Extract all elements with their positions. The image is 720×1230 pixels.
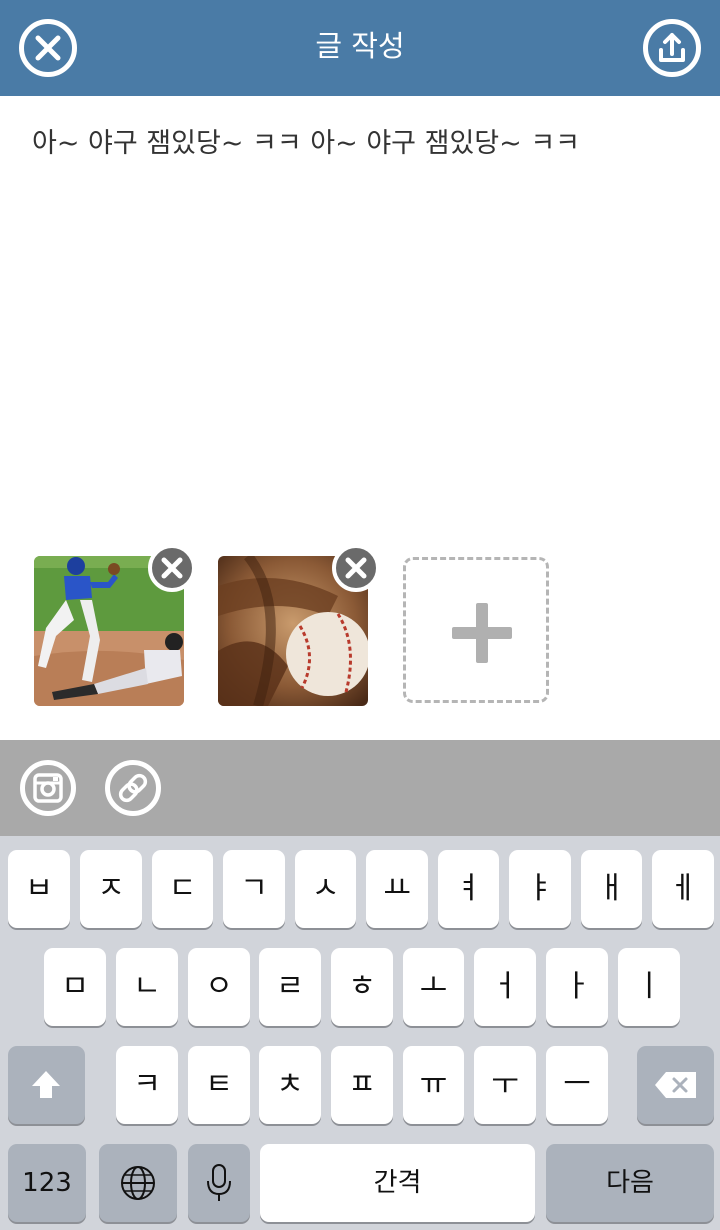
- globe-key[interactable]: [99, 1144, 177, 1222]
- key-ㅊ[interactable]: ㅊ: [259, 1046, 321, 1124]
- key-ㅣ[interactable]: ㅣ: [618, 948, 680, 1026]
- key-ㅕ[interactable]: ㅕ: [438, 850, 499, 928]
- key-ㅋ[interactable]: ㅋ: [116, 1046, 178, 1124]
- instagram-icon: [33, 773, 63, 803]
- instagram-button[interactable]: [20, 760, 76, 816]
- key-ㅈ[interactable]: ㅈ: [80, 850, 142, 928]
- link-icon: [118, 773, 148, 803]
- remove-circle-icon: [345, 557, 367, 579]
- add-attachment-button[interactable]: [403, 557, 549, 703]
- key-ㅁ[interactable]: ㅁ: [44, 948, 106, 1026]
- attachment-toolbar: [0, 740, 720, 836]
- backspace-icon: [655, 1072, 696, 1098]
- header-bar: 글 작성: [0, 0, 720, 96]
- key-ㅅ[interactable]: ㅅ: [295, 850, 356, 928]
- key-ㄹ[interactable]: ㄹ: [259, 948, 321, 1026]
- key-ㅌ[interactable]: ㅌ: [188, 1046, 250, 1124]
- page-title: 글 작성: [315, 29, 405, 63]
- globe-icon: [121, 1166, 155, 1200]
- key-ㅑ[interactable]: ㅑ: [509, 850, 571, 928]
- microphone-icon: [207, 1164, 231, 1201]
- key-ㄴ[interactable]: ㄴ: [116, 948, 178, 1026]
- return-key[interactable]: 다음: [546, 1144, 714, 1222]
- post-text-area[interactable]: 아~ 야구 잼있당~ ㅋㅋ 아~ 야구 잼있당~ ㅋㅋ: [32, 124, 692, 164]
- numbers-key[interactable]: 123: [8, 1144, 86, 1222]
- link-button[interactable]: [105, 760, 161, 816]
- key-ㅏ[interactable]: ㅏ: [546, 948, 608, 1026]
- key-ㅡ[interactable]: ㅡ: [546, 1046, 608, 1124]
- key-ㅍ[interactable]: ㅍ: [331, 1046, 393, 1124]
- upload-button[interactable]: [643, 19, 701, 77]
- shift-key[interactable]: [8, 1046, 85, 1124]
- key-ㅗ[interactable]: ㅗ: [403, 948, 464, 1026]
- keyboard: ㅂ ㅈ ㄷ ㄱ ㅅ ㅛ ㅕ ㅑ ㅐ ㅔ ㅁ ㄴ ㅇ ㄹ ㅎ ㅗ ㅓ ㅏ ㅣ ㅋ …: [0, 836, 720, 1230]
- key-ㅛ[interactable]: ㅛ: [366, 850, 428, 928]
- shift-arrow-icon: [32, 1071, 60, 1098]
- key-ㅂ[interactable]: ㅂ: [8, 850, 70, 928]
- key-ㅐ[interactable]: ㅐ: [581, 850, 642, 928]
- key-ㅇ[interactable]: ㅇ: [188, 948, 250, 1026]
- upload-icon: [659, 33, 685, 62]
- key-ㅔ[interactable]: ㅔ: [652, 850, 714, 928]
- space-key[interactable]: 간격: [260, 1144, 535, 1222]
- key-ㅓ[interactable]: ㅓ: [474, 948, 536, 1026]
- key-ㄷ[interactable]: ㄷ: [152, 850, 213, 928]
- backspace-key[interactable]: [637, 1046, 714, 1124]
- remove-attachment-1-button[interactable]: [148, 544, 196, 592]
- key-ㅜ[interactable]: ㅜ: [474, 1046, 536, 1124]
- key-ㄱ[interactable]: ㄱ: [223, 850, 285, 928]
- remove-attachment-2-button[interactable]: [332, 544, 380, 592]
- key-ㅠ[interactable]: ㅠ: [403, 1046, 464, 1124]
- mic-key[interactable]: [188, 1144, 250, 1222]
- remove-circle-icon: [161, 557, 183, 579]
- key-ㅎ[interactable]: ㅎ: [331, 948, 393, 1026]
